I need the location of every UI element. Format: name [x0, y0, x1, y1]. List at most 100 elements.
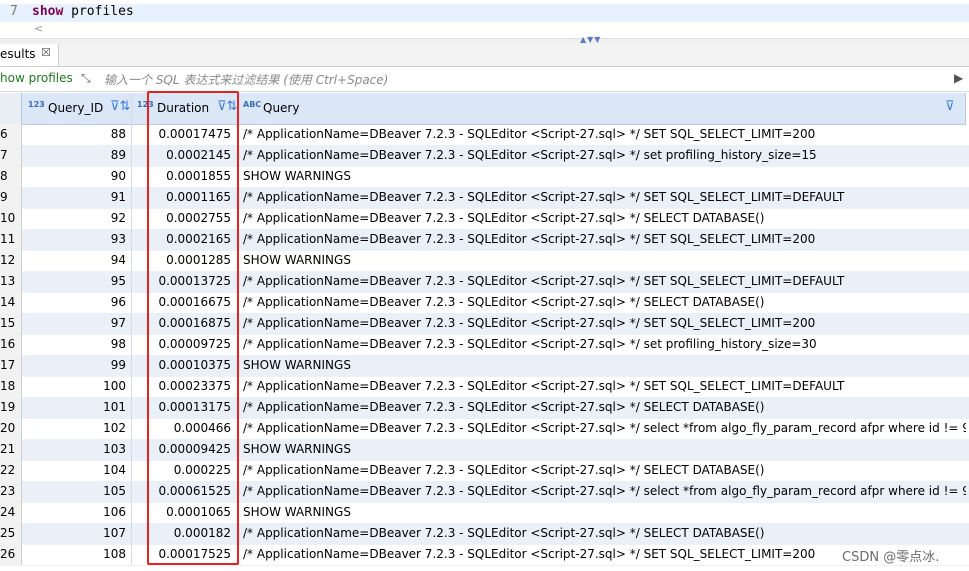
- query-id-cell[interactable]: 92: [22, 208, 126, 229]
- row-number-cell: 26: [0, 544, 22, 565]
- query-id-cell[interactable]: 93: [22, 229, 126, 250]
- column-header-query-id[interactable]: 123 Query_ID ⊽⇅: [22, 93, 132, 125]
- row-number-cell: 19: [0, 397, 22, 418]
- query-cell[interactable]: /* ApplicationName=DBeaver 7.2.3 - SQLEd…: [243, 313, 966, 334]
- query-cell[interactable]: /* ApplicationName=DBeaver 7.2.3 - SQLEd…: [243, 523, 966, 544]
- row-number-cell: 14: [0, 292, 22, 313]
- filter-sort-icon[interactable]: ⊽⇅: [110, 99, 130, 114]
- query-cell[interactable]: SHOW WARNINGS: [243, 355, 966, 376]
- table-row[interactable]: 11 93 0.0002165/* ApplicationName=DBeaver …: [0, 229, 969, 251]
- query-id-cell[interactable]: 106: [22, 502, 126, 523]
- sql-code-rest: profiles: [63, 4, 134, 19]
- filter-bar: how profiles ⤡ 输入一个 SQL 表达式来过滤结果 (使用 Ctr…: [0, 67, 969, 92]
- filter-icon[interactable]: ⊽: [945, 99, 955, 114]
- table-row[interactable]: 19 101 0.00013175/* ApplicationName=DBeave…: [0, 397, 969, 419]
- line-number: 7: [10, 4, 18, 19]
- query-cell[interactable]: /* ApplicationName=DBeaver 7.2.3 - SQLEd…: [243, 187, 966, 208]
- query-cell[interactable]: SHOW WARNINGS: [243, 250, 966, 271]
- highlight-annotation: [147, 91, 239, 565]
- query-cell[interactable]: SHOW WARNINGS: [243, 166, 966, 187]
- table-row[interactable]: 6 88 0.00017475/* ApplicationName=DBeaver …: [0, 124, 969, 146]
- text-type-icon: ABC: [243, 100, 262, 109]
- sql-code-line[interactable]: show profiles: [32, 4, 134, 19]
- column-header-query[interactable]: ABC Query ⊽: [239, 93, 966, 125]
- table-row[interactable]: 12 94 0.0001285 SHOW WARNINGS: [0, 250, 969, 272]
- row-number-cell: 20: [0, 418, 22, 439]
- query-cell[interactable]: /* ApplicationName=DBeaver 7.2.3 - SQLEd…: [243, 376, 966, 397]
- row-number-cell: 11: [0, 229, 22, 250]
- query-cell[interactable]: /* ApplicationName=DBeaver 7.2.3 - SQLEd…: [243, 271, 966, 292]
- query-id-cell[interactable]: 91: [22, 187, 126, 208]
- query-id-cell[interactable]: 105: [22, 481, 126, 502]
- watermark: CSDN @零点冰.: [842, 550, 940, 565]
- table-row[interactable]: 25 107 0.000182/* ApplicationName=DBeaver …: [0, 523, 969, 545]
- row-number-cell: 24: [0, 502, 22, 523]
- row-number-cell: 9: [0, 187, 22, 208]
- table-row[interactable]: 10 92 0.0002755/* ApplicationName=DBeaver …: [0, 208, 969, 230]
- table-row[interactable]: 13 95 0.00013725/* ApplicationName=DBeaver…: [0, 271, 969, 293]
- query-id-cell[interactable]: 95: [22, 271, 126, 292]
- splitter-toggle-icon[interactable]: ▲▼▼: [580, 35, 601, 44]
- table-row[interactable]: 14 96 0.00016675/* ApplicationName=DBeaver…: [0, 292, 969, 314]
- play-icon[interactable]: ▶: [954, 71, 963, 85]
- table-row[interactable]: 26 108 0.00017525/* ApplicationName=DBeave…: [0, 544, 969, 566]
- query-id-cell[interactable]: 94: [22, 250, 126, 271]
- query-id-cell[interactable]: 107: [22, 523, 126, 544]
- table-row[interactable]: 8 90 0.0001855 SHOW WARNINGS: [0, 166, 969, 188]
- query-cell[interactable]: /* ApplicationName=DBeaver 7.2.3 - SQLEd…: [243, 334, 966, 355]
- query-cell[interactable]: /* ApplicationName=DBeaver 7.2.3 - SQLEd…: [243, 124, 966, 145]
- filter-input[interactable]: 输入一个 SQL 表达式来过滤结果 (使用 Ctrl+Space): [104, 71, 388, 88]
- table-row[interactable]: 24 106 0.0001065 SHOW WARNINGS: [0, 502, 969, 524]
- sql-editor[interactable]: 7 show profiles <: [0, 0, 969, 38]
- results-tabbar: esults ☒: [0, 44, 969, 67]
- table-row[interactable]: 20 102 0.000466/* ApplicationName=DBeaver …: [0, 418, 969, 440]
- scroll-left-arrow[interactable]: <: [34, 22, 43, 35]
- query-cell[interactable]: /* ApplicationName=DBeaver 7.2.3 - SQLEd…: [243, 481, 966, 502]
- tab-results[interactable]: esults ☒: [0, 44, 59, 66]
- expand-icon[interactable]: ⤡: [81, 71, 95, 85]
- query-id-cell[interactable]: 104: [22, 460, 126, 481]
- table-row[interactable]: 9 91 0.0001165/* ApplicationName=DBeaver 7…: [0, 187, 969, 209]
- table-row[interactable]: 15 97 0.00016875/* ApplicationName=DBeaver…: [0, 313, 969, 335]
- query-id-cell[interactable]: 89: [22, 145, 126, 166]
- query-cell[interactable]: /* ApplicationName=DBeaver 7.2.3 - SQLEd…: [243, 145, 966, 166]
- query-id-cell[interactable]: 102: [22, 418, 126, 439]
- query-id-cell[interactable]: 98: [22, 334, 126, 355]
- query-cell[interactable]: /* ApplicationName=DBeaver 7.2.3 - SQLEd…: [243, 229, 966, 250]
- query-cell[interactable]: /* ApplicationName=DBeaver 7.2.3 - SQLEd…: [243, 460, 966, 481]
- query-cell[interactable]: /* ApplicationName=DBeaver 7.2.3 - SQLEd…: [243, 418, 966, 439]
- column-divider: [131, 93, 132, 565]
- query-command-label: how profiles: [0, 71, 73, 85]
- query-id-cell[interactable]: 101: [22, 397, 126, 418]
- table-row[interactable]: 16 98 0.00009725/* ApplicationName=DBeaver…: [0, 334, 969, 356]
- row-number-cell: 12: [0, 250, 22, 271]
- query-id-cell[interactable]: 100: [22, 376, 126, 397]
- query-cell[interactable]: /* ApplicationName=DBeaver 7.2.3 - SQLEd…: [243, 292, 966, 313]
- query-id-cell[interactable]: 97: [22, 313, 126, 334]
- table-row[interactable]: 7 89 0.0002145/* ApplicationName=DBeaver 7…: [0, 145, 969, 167]
- table-row[interactable]: 17 99 0.00010375 SHOW WARNINGS: [0, 355, 969, 377]
- row-number-cell: 13: [0, 271, 22, 292]
- table-row[interactable]: 21 103 0.00009425 SHOW WARNINGS: [0, 439, 969, 461]
- query-id-cell[interactable]: 108: [22, 544, 126, 565]
- query-cell[interactable]: SHOW WARNINGS: [243, 439, 966, 460]
- table-row[interactable]: 23 105 0.00061525/* ApplicationName=DBeave…: [0, 481, 969, 503]
- query-id-cell[interactable]: 103: [22, 439, 126, 460]
- row-number-cell: 16: [0, 334, 22, 355]
- query-id-cell[interactable]: 99: [22, 355, 126, 376]
- sql-keyword: show: [32, 4, 64, 19]
- row-number-cell: 18: [0, 376, 22, 397]
- row-number-cell: 6: [0, 124, 22, 145]
- tab-results-label: esults: [0, 47, 36, 61]
- query-cell[interactable]: /* ApplicationName=DBeaver 7.2.3 - SQLEd…: [243, 397, 966, 418]
- table-row[interactable]: 22 104 0.000225/* ApplicationName=DBeaver …: [0, 460, 969, 482]
- close-icon[interactable]: ☒: [41, 46, 51, 59]
- query-cell[interactable]: /* ApplicationName=DBeaver 7.2.3 - SQLEd…: [243, 208, 966, 229]
- query-cell[interactable]: SHOW WARNINGS: [243, 502, 966, 523]
- query-id-cell[interactable]: 88: [22, 124, 126, 145]
- table-row[interactable]: 18 100 0.00023375/* ApplicationName=DBeave…: [0, 376, 969, 398]
- query-id-cell[interactable]: 90: [22, 166, 126, 187]
- row-number-cell: 15: [0, 313, 22, 334]
- row-number-cell: 17: [0, 355, 22, 376]
- query-id-cell[interactable]: 96: [22, 292, 126, 313]
